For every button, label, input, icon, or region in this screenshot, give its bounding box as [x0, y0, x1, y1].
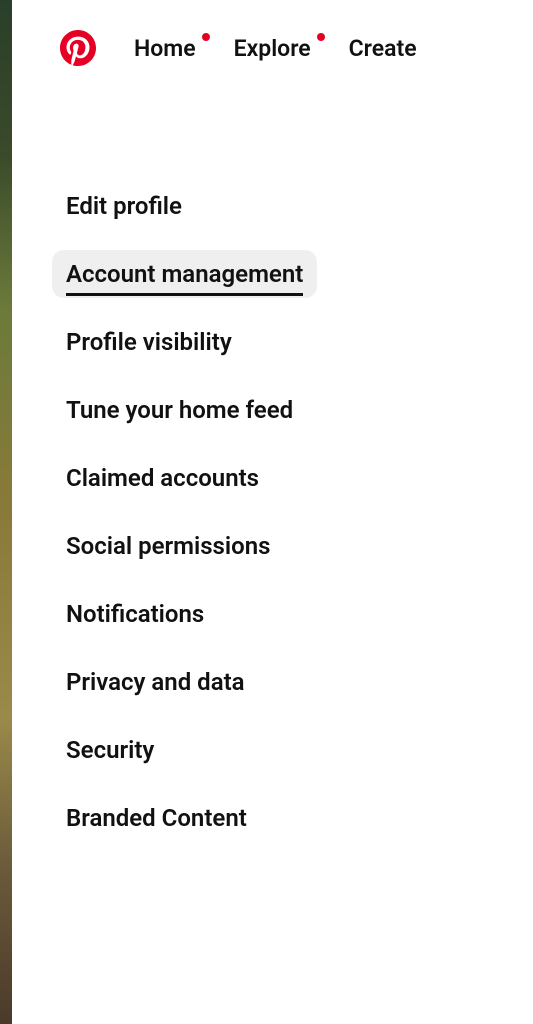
settings-item-tune-home-feed[interactable]: Tune your home feed: [52, 386, 307, 434]
settings-item-label: Profile visibility: [66, 328, 232, 356]
settings-item-label: Edit profile: [66, 192, 182, 220]
settings-item-label: Social permissions: [66, 532, 270, 560]
nav-create-label: Create: [349, 35, 417, 62]
settings-item-account-management[interactable]: Account management: [52, 250, 317, 298]
settings-item-branded-content[interactable]: Branded Content: [52, 794, 261, 842]
settings-item-label: Account management: [66, 260, 303, 288]
nav-create[interactable]: Create: [349, 35, 417, 62]
pinterest-icon: [60, 30, 96, 66]
settings-item-label: Privacy and data: [66, 668, 245, 696]
settings-item-label: Claimed accounts: [66, 464, 259, 492]
settings-item-edit-profile[interactable]: Edit profile: [52, 182, 196, 230]
background-image-strip: [0, 0, 12, 1024]
nav-home-label: Home: [134, 35, 196, 62]
settings-item-label: Branded Content: [66, 804, 247, 832]
settings-item-profile-visibility[interactable]: Profile visibility: [52, 318, 246, 366]
settings-item-privacy-data[interactable]: Privacy and data: [52, 658, 259, 706]
settings-item-label: Tune your home feed: [66, 396, 293, 424]
settings-sidebar: Edit profile Account management Profile …: [12, 182, 533, 842]
settings-item-label: Notifications: [66, 600, 204, 628]
top-navbar: Home Explore Create: [12, 0, 533, 66]
settings-item-notifications[interactable]: Notifications: [52, 590, 218, 638]
settings-item-social-permissions[interactable]: Social permissions: [52, 522, 284, 570]
notification-dot-icon: [202, 33, 210, 41]
settings-item-label: Security: [66, 736, 154, 764]
pinterest-logo[interactable]: [60, 30, 96, 66]
settings-item-claimed-accounts[interactable]: Claimed accounts: [52, 454, 273, 502]
nav-home[interactable]: Home: [134, 35, 196, 62]
settings-item-security[interactable]: Security: [52, 726, 168, 774]
main-content: Home Explore Create Edit profile Account…: [12, 0, 533, 1024]
nav-explore-label: Explore: [234, 35, 311, 62]
notification-dot-icon: [317, 33, 325, 41]
nav-explore[interactable]: Explore: [234, 35, 311, 62]
